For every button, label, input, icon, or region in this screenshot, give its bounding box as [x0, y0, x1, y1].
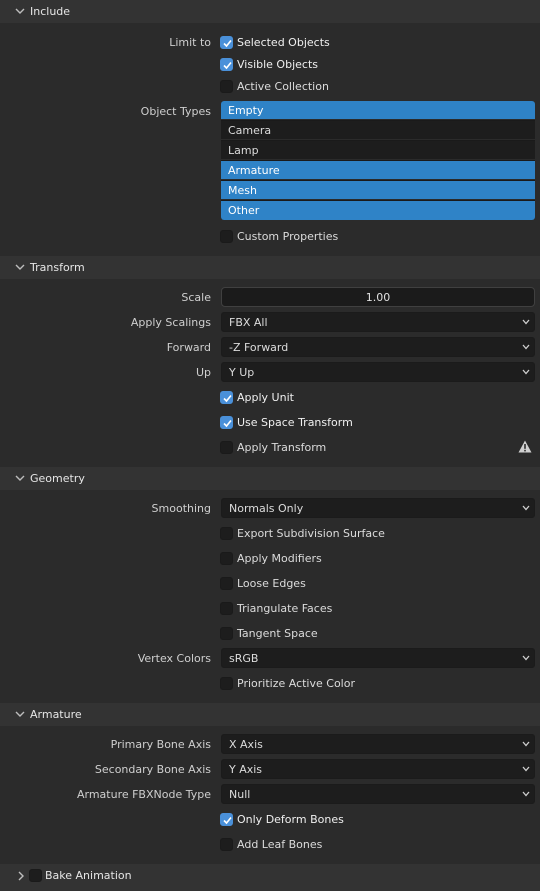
transform-panel-title: Transform — [30, 261, 85, 274]
triangulate-faces-checkbox[interactable] — [220, 602, 233, 615]
armature-fbxnode-type-dropdown[interactable]: Null — [221, 784, 535, 804]
chevron-down-icon — [522, 741, 530, 747]
smoothing-dropdown[interactable]: Normals Only — [221, 498, 535, 518]
object-types-label: Object Types — [140, 105, 211, 118]
apply-transform-label[interactable]: Apply Transform — [237, 441, 326, 454]
smoothing-label: Smoothing — [151, 502, 211, 515]
object-type-mesh[interactable]: Mesh — [221, 181, 535, 200]
apply-transform-checkbox[interactable] — [220, 441, 233, 454]
forward-dropdown[interactable]: -Z Forward — [221, 337, 535, 357]
chevron-down-icon — [522, 344, 530, 350]
only-deform-bones-label[interactable]: Only Deform Bones — [237, 813, 344, 826]
checkmark-icon — [223, 816, 232, 825]
chevron-down-icon — [522, 505, 530, 511]
triangulate-faces-label[interactable]: Triangulate Faces — [237, 602, 332, 615]
object-type-other[interactable]: Other — [221, 201, 535, 220]
apply-modifiers-label[interactable]: Apply Modifiers — [237, 552, 322, 565]
warning-icon — [518, 440, 532, 453]
scale-label: Scale — [181, 291, 211, 304]
selected-objects-checkbox[interactable] — [220, 36, 233, 49]
only-deform-bones-checkbox[interactable] — [220, 813, 233, 826]
loose-edges-checkbox[interactable] — [220, 577, 233, 590]
use-space-transform-label[interactable]: Use Space Transform — [237, 416, 353, 429]
checkmark-icon — [223, 394, 232, 403]
visible-objects-checkbox[interactable] — [220, 58, 233, 71]
geometry-panel-title: Geometry — [30, 472, 85, 485]
apply-scalings-label: Apply Scalings — [130, 316, 211, 329]
bake-animation-title: Bake Animation — [45, 869, 132, 882]
up-label: Up — [195, 366, 211, 379]
tangent-space-checkbox[interactable] — [220, 627, 233, 640]
include-panel-header[interactable]: Include — [0, 0, 540, 23]
chevron-down-icon — [15, 711, 25, 717]
chevron-down-icon — [522, 791, 530, 797]
scale-value: 1.00 — [365, 291, 391, 304]
tangent-space-label[interactable]: Tangent Space — [237, 627, 318, 640]
apply-scalings-dropdown[interactable]: FBX All — [221, 312, 535, 332]
chevron-down-icon — [522, 319, 530, 325]
prioritize-active-color-label[interactable]: Prioritize Active Color — [237, 677, 355, 690]
add-leaf-bones-checkbox[interactable] — [220, 838, 233, 851]
selected-objects-label[interactable]: Selected Objects — [237, 36, 330, 49]
chevron-down-icon — [522, 655, 530, 661]
chevron-down-icon — [15, 8, 25, 14]
primary-bone-axis-dropdown[interactable]: X Axis — [221, 734, 535, 754]
vertex-colors-dropdown[interactable]: sRGB — [221, 648, 535, 668]
chevron-down-icon — [522, 766, 530, 772]
active-collection-checkbox[interactable] — [220, 80, 233, 93]
object-type-empty[interactable]: Empty — [221, 101, 535, 120]
bake-animation-panel-header[interactable]: Bake Animation — [0, 864, 540, 891]
bake-animation-checkbox[interactable] — [29, 869, 42, 882]
apply-unit-label[interactable]: Apply Unit — [237, 391, 294, 404]
chevron-right-icon — [18, 871, 24, 881]
armature-panel-title: Armature — [30, 708, 82, 721]
up-dropdown[interactable]: Y Up — [221, 362, 535, 382]
vertex-colors-label: Vertex Colors — [137, 652, 211, 665]
active-collection-label[interactable]: Active Collection — [237, 80, 329, 93]
secondary-bone-axis-label: Secondary Bone Axis — [94, 763, 211, 776]
use-space-transform-checkbox[interactable] — [220, 416, 233, 429]
forward-label: Forward — [166, 341, 211, 354]
loose-edges-label[interactable]: Loose Edges — [237, 577, 306, 590]
transform-panel-header[interactable]: Transform — [0, 256, 540, 279]
scale-field[interactable]: 1.00 — [221, 287, 535, 307]
apply-modifiers-checkbox[interactable] — [220, 552, 233, 565]
object-type-armature[interactable]: Armature — [221, 161, 535, 180]
custom-properties-label[interactable]: Custom Properties — [237, 230, 338, 243]
limit-to-label: Limit to — [169, 36, 211, 49]
checkmark-icon — [223, 419, 232, 428]
object-types-list: Empty Camera Lamp Armature Mesh Other — [221, 101, 535, 220]
custom-properties-checkbox[interactable] — [220, 230, 233, 243]
export-subdivision-surface-checkbox[interactable] — [220, 527, 233, 540]
include-panel-title: Include — [30, 5, 71, 18]
checkmark-icon — [223, 61, 232, 70]
checkmark-icon — [223, 39, 232, 48]
object-type-camera[interactable]: Camera — [221, 121, 535, 140]
primary-bone-axis-label: Primary Bone Axis — [110, 738, 211, 751]
object-type-lamp[interactable]: Lamp — [221, 141, 535, 160]
chevron-down-icon — [15, 475, 25, 481]
visible-objects-label[interactable]: Visible Objects — [237, 58, 318, 71]
export-subdivision-surface-label[interactable]: Export Subdivision Surface — [237, 527, 385, 540]
geometry-panel-header[interactable]: Geometry — [0, 467, 540, 490]
chevron-down-icon — [522, 369, 530, 375]
add-leaf-bones-label[interactable]: Add Leaf Bones — [237, 838, 322, 851]
armature-fbxnode-type-label: Armature FBXNode Type — [76, 788, 211, 801]
prioritize-active-color-checkbox[interactable] — [220, 677, 233, 690]
apply-unit-checkbox[interactable] — [220, 391, 233, 404]
secondary-bone-axis-dropdown[interactable]: Y Axis — [221, 759, 535, 779]
chevron-down-icon — [15, 264, 25, 270]
armature-panel-header[interactable]: Armature — [0, 703, 540, 726]
